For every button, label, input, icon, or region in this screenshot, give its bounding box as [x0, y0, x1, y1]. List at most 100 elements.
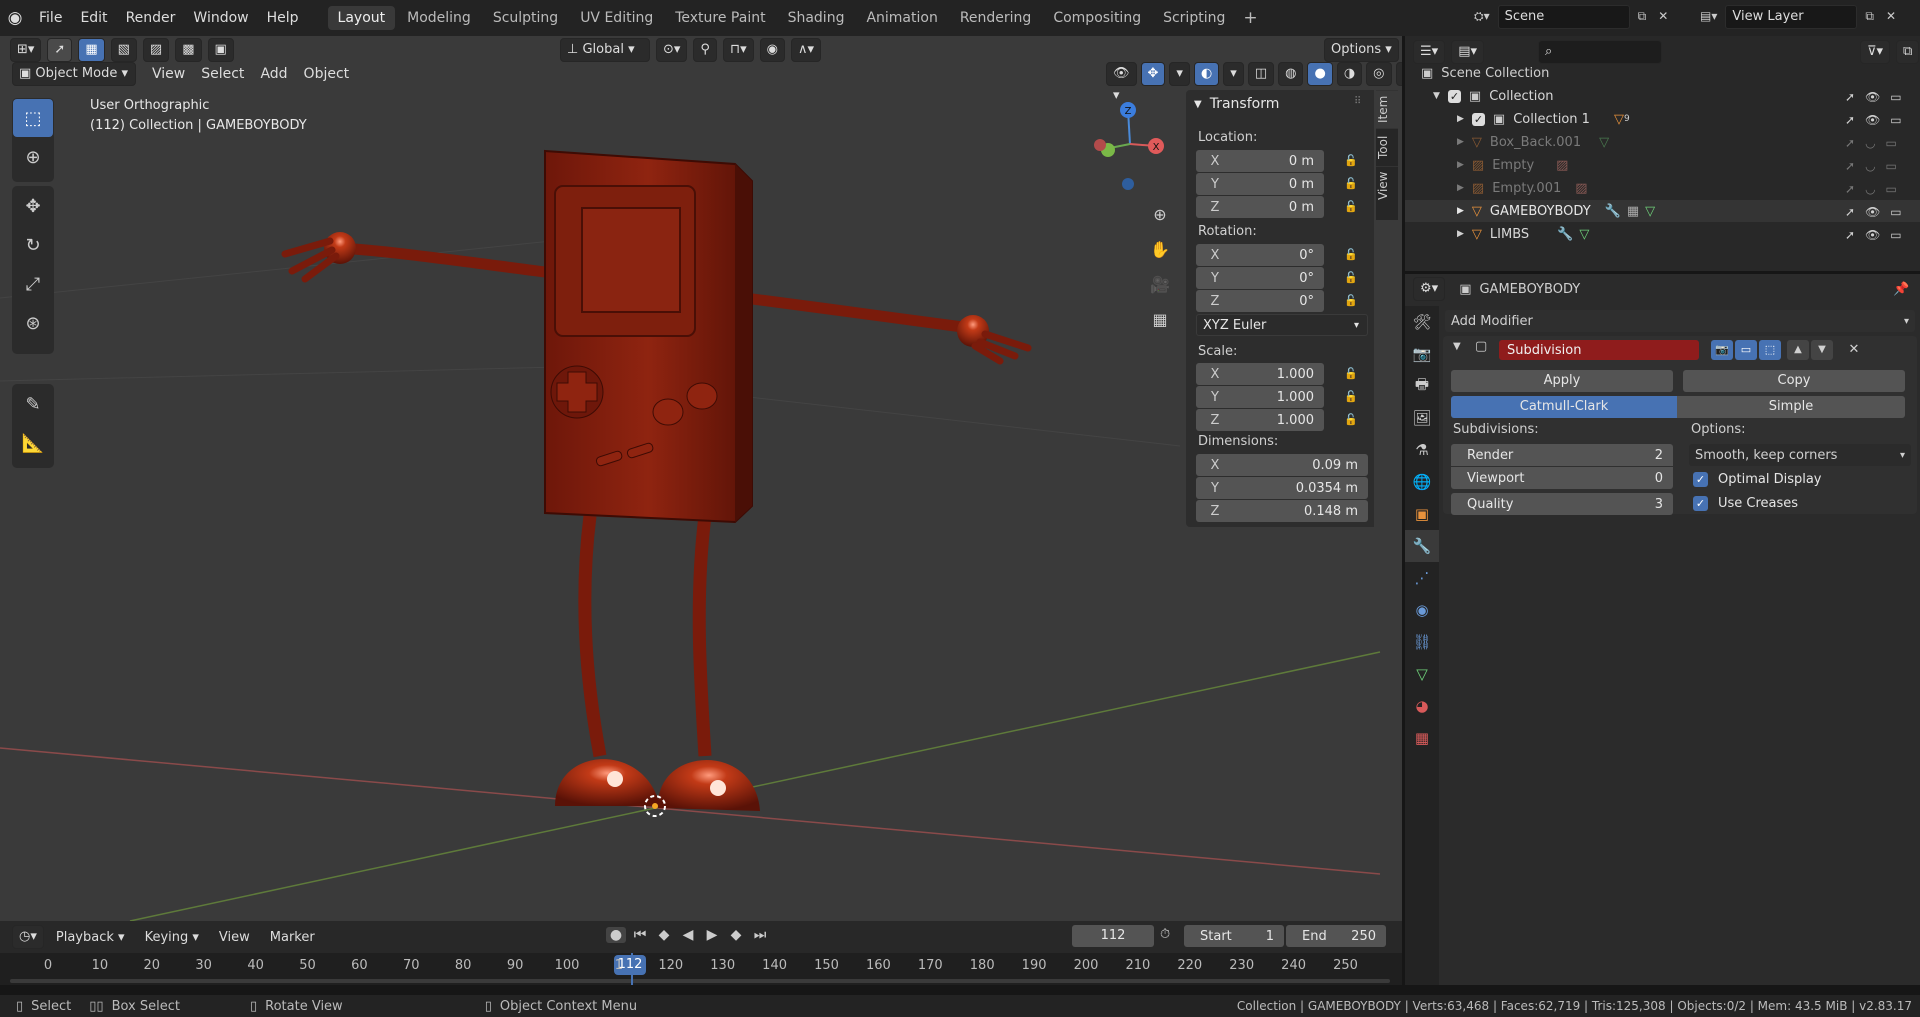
- drag-handle-icon[interactable]: ⠿: [1354, 96, 1361, 107]
- proportional-edit-icon[interactable]: ◉: [759, 38, 785, 62]
- pan-hand-icon[interactable]: ✋: [1145, 232, 1175, 266]
- dimension-y-field[interactable]: Y 0.0354 m: [1196, 477, 1368, 499]
- eye-closed-icon[interactable]: ◡: [1865, 182, 1875, 196]
- collapse-arrow-icon[interactable]: ▼: [1453, 341, 1461, 352]
- navigation-gizmo[interactable]: Z X: [1094, 102, 1164, 190]
- lock-icon[interactable]: 🔓: [1344, 154, 1360, 168]
- record-icon[interactable]: ●: [606, 927, 626, 943]
- list-item[interactable]: ▶ ▨ Empty ▨: [1405, 154, 1920, 176]
- transform-tool-icon[interactable]: ⊛: [13, 304, 53, 342]
- gizmo-neg-z-icon[interactable]: [1122, 178, 1134, 190]
- selectable-arrow-icon[interactable]: ➚: [1845, 113, 1855, 127]
- falloff-icon[interactable]: ∧▾: [790, 38, 822, 62]
- pin-icon[interactable]: 📌: [1893, 282, 1909, 297]
- jump-end-icon[interactable]: ⏭: [750, 927, 770, 943]
- constraints-icon[interactable]: ⛓: [1405, 626, 1439, 658]
- lock-icon[interactable]: 🔓: [1344, 367, 1360, 381]
- tab-shading[interactable]: Shading: [778, 6, 855, 30]
- physics-icon[interactable]: ◉: [1405, 594, 1439, 626]
- material-shading-icon[interactable]: ◑: [1336, 62, 1363, 86]
- overlays-dropdown-icon[interactable]: ▾: [1223, 62, 1244, 86]
- tab-compositing[interactable]: Compositing: [1043, 6, 1151, 30]
- selectable-arrow-icon[interactable]: ➚: [1845, 136, 1855, 150]
- expand-arrow-icon[interactable]: ▶: [1457, 229, 1464, 239]
- menu-select[interactable]: Select: [193, 66, 252, 82]
- new-collection-icon[interactable]: ⧉: [1896, 40, 1920, 64]
- view-layer-icon[interactable]: ▤▾: [1696, 6, 1721, 28]
- add-workspace-icon[interactable]: +: [1243, 8, 1257, 28]
- new-scene-icon[interactable]: ⧉: [1634, 6, 1651, 28]
- delete-view-layer-icon[interactable]: ✕: [1882, 6, 1900, 28]
- dimension-z-field[interactable]: Z 0.148 m: [1196, 500, 1368, 522]
- editor-type-button[interactable]: ⊞▾: [10, 38, 42, 62]
- orientation-dropdown[interactable]: ⊥ Global ▾: [560, 38, 650, 62]
- rotation-mode-dropdown[interactable]: XYZ Euler ▾: [1196, 314, 1368, 336]
- select-mode-extend-icon[interactable]: ▧: [110, 38, 137, 62]
- modifier-name-field[interactable]: Subdivision: [1499, 340, 1699, 360]
- scene-icon[interactable]: ⛭▾: [1470, 6, 1494, 28]
- overlays-toggle-icon[interactable]: ◐: [1193, 62, 1220, 86]
- texture-icon[interactable]: ▦: [1405, 722, 1439, 754]
- checkbox-icon[interactable]: ✓: [1693, 496, 1708, 511]
- prev-keyframe-icon[interactable]: ◆: [654, 927, 674, 943]
- transform-header[interactable]: ▼ Transform: [1194, 94, 1279, 114]
- rotation-z-field[interactable]: Z 0°: [1196, 290, 1324, 312]
- filter-icon[interactable]: ⊽▾: [1860, 40, 1891, 64]
- tab-sculpting[interactable]: Sculpting: [483, 6, 568, 30]
- display-mode-icon[interactable]: ▤▾: [1451, 40, 1484, 64]
- eye-icon[interactable]: 👁: [1865, 113, 1880, 127]
- list-item[interactable]: ▣ Scene Collection: [1405, 62, 1920, 84]
- selectable-arrow-icon[interactable]: ➚: [1845, 90, 1855, 104]
- checkbox-icon[interactable]: ✓: [1693, 472, 1708, 487]
- next-keyframe-icon[interactable]: ◆: [726, 927, 746, 943]
- checkbox-icon[interactable]: ✓: [1471, 112, 1485, 126]
- zoom-icon[interactable]: ⊕: [1145, 197, 1175, 231]
- tab-texture-paint[interactable]: Texture Paint: [665, 6, 775, 30]
- lock-icon[interactable]: 🔓: [1344, 413, 1360, 427]
- use-creases-option[interactable]: ✓ Use Creases: [1693, 496, 1798, 511]
- annotate-tool-icon[interactable]: ✎: [13, 385, 53, 423]
- render-levels-field[interactable]: Render 2: [1451, 444, 1673, 466]
- solid-shading-icon[interactable]: ●: [1307, 62, 1333, 86]
- apply-button[interactable]: Apply: [1451, 370, 1673, 392]
- marker-menu[interactable]: Marker: [262, 930, 323, 945]
- ortho-grid-icon[interactable]: ▦: [1145, 302, 1175, 336]
- play-reverse-icon[interactable]: ◀: [678, 927, 698, 943]
- gizmo-toggle-icon[interactable]: ✥: [1140, 62, 1166, 86]
- selectable-arrow-icon[interactable]: ➚: [1845, 228, 1855, 242]
- visibility-icon[interactable]: 👁▾: [1106, 62, 1137, 103]
- tab-modeling[interactable]: Modeling: [397, 6, 481, 30]
- current-frame-field[interactable]: 112: [1072, 925, 1154, 947]
- mesh-data-icon[interactable]: ▽: [1405, 658, 1439, 690]
- close-icon[interactable]: ✕: [1843, 340, 1865, 360]
- list-item[interactable]: ▶ ▽ Box_Back.001 ▽: [1405, 131, 1920, 153]
- gizmo-dropdown-icon[interactable]: ▾: [1169, 62, 1190, 86]
- outliner-search-input[interactable]: ⌕: [1538, 40, 1662, 64]
- camera-view-icon[interactable]: 🎥: [1145, 267, 1175, 301]
- editmode-icon[interactable]: ⬚: [1759, 340, 1781, 360]
- copy-button[interactable]: Copy: [1683, 370, 1905, 392]
- play-icon[interactable]: ▶: [702, 927, 722, 943]
- render-monitor-icon[interactable]: ▭: [1886, 182, 1897, 196]
- rotation-y-field[interactable]: Y 0°: [1196, 267, 1324, 289]
- add-modifier-dropdown[interactable]: Add Modifier ▾: [1445, 310, 1915, 332]
- outliner-editor-type-icon[interactable]: ☰▾: [1413, 40, 1446, 64]
- optimal-display-option[interactable]: ✓ Optimal Display: [1693, 472, 1822, 487]
- dimension-x-field[interactable]: X 0.09 m: [1196, 454, 1368, 476]
- gizmo-neg-x-icon[interactable]: [1094, 139, 1106, 151]
- tab-item[interactable]: Item: [1376, 90, 1398, 128]
- lock-icon[interactable]: 🔓: [1344, 390, 1360, 404]
- eye-icon[interactable]: 👁: [1865, 90, 1880, 104]
- timeline-scrollbar[interactable]: [10, 979, 1390, 983]
- menu-view[interactable]: View: [144, 66, 193, 82]
- scale-tool-icon[interactable]: ⤢: [13, 265, 53, 303]
- tweak-tool-icon[interactable]: ➚: [47, 38, 73, 62]
- measure-tool-icon[interactable]: 📐: [13, 424, 53, 462]
- scene-name-field[interactable]: Scene: [1497, 5, 1630, 29]
- list-item[interactable]: ▶ ▽ LIMBS 🔧 ▽: [1405, 223, 1920, 245]
- expand-arrow-icon[interactable]: ▶: [1457, 183, 1464, 193]
- lock-icon[interactable]: 🔓: [1344, 294, 1360, 308]
- render-monitor-icon[interactable]: ▭: [1890, 205, 1901, 219]
- scale-y-field[interactable]: Y 1.000: [1196, 386, 1324, 408]
- expand-arrow-icon[interactable]: ▶: [1457, 160, 1464, 170]
